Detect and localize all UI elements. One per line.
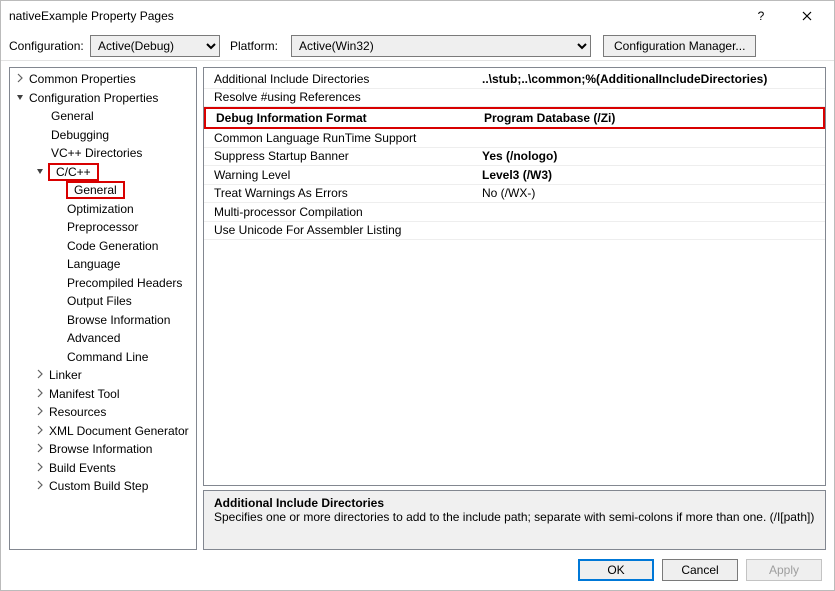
prop-row-mp[interactable]: Multi-processor Compilation xyxy=(204,203,825,222)
tree-cc-codegen[interactable]: Code Generation xyxy=(10,237,197,256)
help-button[interactable]: ? xyxy=(738,1,784,31)
tree-debugging[interactable]: Debugging xyxy=(10,126,197,145)
title-bar: nativeExample Property Pages ? xyxy=(1,1,834,31)
close-button[interactable] xyxy=(784,1,830,31)
description-title: Additional Include Directories xyxy=(214,496,815,510)
tree-build-events[interactable]: Build Events xyxy=(10,459,197,478)
chevron-right-icon[interactable] xyxy=(34,425,46,437)
tree-linker[interactable]: Linker xyxy=(10,366,197,385)
tree-vcpp-directories[interactable]: VC++ Directories xyxy=(10,144,197,163)
chevron-right-icon[interactable] xyxy=(34,406,46,418)
tree-panel[interactable]: Common Properties Configuration Properti… xyxy=(9,67,197,550)
chevron-down-icon[interactable] xyxy=(14,92,26,104)
tree-manifest[interactable]: Manifest Tool xyxy=(10,385,197,404)
prop-row-include-dirs[interactable]: Additional Include Directories..\stub;..… xyxy=(204,70,825,89)
prop-row-debug-info[interactable]: Debug Information FormatProgram Database… xyxy=(204,107,825,129)
cancel-button[interactable]: Cancel xyxy=(662,559,738,581)
tree-cc-cmd[interactable]: Command Line xyxy=(10,348,197,367)
tree-custom-build[interactable]: Custom Build Step xyxy=(10,477,197,496)
chevron-right-icon[interactable] xyxy=(34,369,46,381)
chevron-right-icon[interactable] xyxy=(34,443,46,455)
apply-button[interactable]: Apply xyxy=(746,559,822,581)
dialog-window: nativeExample Property Pages ? Configura… xyxy=(0,0,835,591)
body: Common Properties Configuration Properti… xyxy=(1,61,834,550)
prop-row-clr[interactable]: Common Language RunTime Support xyxy=(204,129,825,148)
platform-select[interactable]: Active(Win32) xyxy=(291,35,591,57)
tree-general[interactable]: General xyxy=(10,107,197,126)
tree-cc-advanced[interactable]: Advanced xyxy=(10,329,197,348)
tree-cc-output[interactable]: Output Files xyxy=(10,292,197,311)
description-pane: Additional Include Directories Specifies… xyxy=(203,490,826,550)
chevron-right-icon[interactable] xyxy=(14,73,26,85)
chevron-right-icon[interactable] xyxy=(34,388,46,400)
configuration-manager-button[interactable]: Configuration Manager... xyxy=(603,35,756,57)
chevron-right-icon[interactable] xyxy=(34,480,46,492)
tree-cc-preprocessor[interactable]: Preprocessor xyxy=(10,218,197,237)
window-title: nativeExample Property Pages xyxy=(9,9,738,23)
configuration-label: Configuration: xyxy=(9,39,84,53)
tree-c-cpp[interactable]: C/C++ xyxy=(10,163,197,182)
prop-row-unicode-asm[interactable]: Use Unicode For Assembler Listing xyxy=(204,222,825,241)
chevron-down-icon[interactable] xyxy=(34,166,46,178)
configuration-bar: Configuration: Active(Debug) Platform: A… xyxy=(1,31,834,61)
footer-buttons: OK Cancel Apply xyxy=(1,550,834,590)
tree-configuration-properties[interactable]: Configuration Properties xyxy=(10,89,197,108)
right-panel: Additional Include Directories..\stub;..… xyxy=(203,67,826,550)
tree-cc-language[interactable]: Language xyxy=(10,255,197,274)
tree-xml[interactable]: XML Document Generator xyxy=(10,422,197,441)
prop-row-using-refs[interactable]: Resolve #using References xyxy=(204,89,825,108)
tree-cc-pch[interactable]: Precompiled Headers xyxy=(10,274,197,293)
property-grid[interactable]: Additional Include Directories..\stub;..… xyxy=(203,67,826,486)
chevron-right-icon[interactable] xyxy=(34,462,46,474)
tree-cc-optimization[interactable]: Optimization xyxy=(10,200,197,219)
tree-browse-info[interactable]: Browse Information xyxy=(10,440,197,459)
configuration-select[interactable]: Active(Debug) xyxy=(90,35,220,57)
tree-resources[interactable]: Resources xyxy=(10,403,197,422)
description-body: Specifies one or more directories to add… xyxy=(214,510,815,524)
prop-row-warn-as-err[interactable]: Treat Warnings As ErrorsNo (/WX-) xyxy=(204,185,825,204)
prop-row-startup-banner[interactable]: Suppress Startup BannerYes (/nologo) xyxy=(204,148,825,167)
prop-row-warning-level[interactable]: Warning LevelLevel3 (/W3) xyxy=(204,166,825,185)
ok-button[interactable]: OK xyxy=(578,559,654,581)
tree-common-properties[interactable]: Common Properties xyxy=(10,70,197,89)
tree-cc-general[interactable]: General xyxy=(10,181,197,200)
tree-cc-browse[interactable]: Browse Information xyxy=(10,311,197,330)
platform-label: Platform: xyxy=(230,39,285,53)
